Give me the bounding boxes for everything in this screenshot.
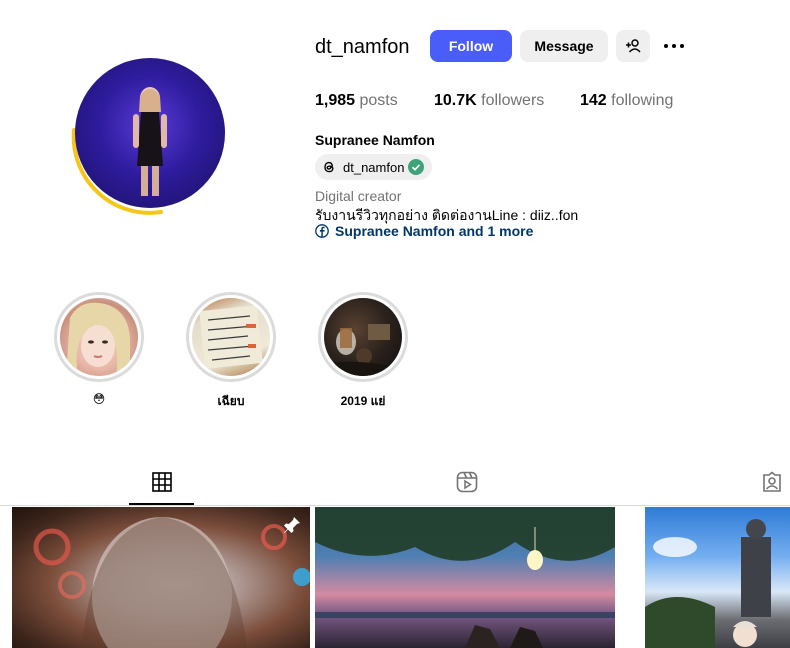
highlight-ring [318,292,408,382]
full-name: Supranee Namfon [315,132,435,148]
verified-check-icon [408,159,425,175]
highlight-ring [54,292,144,382]
avatar-image [75,58,225,208]
follow-button[interactable]: Follow [430,30,512,62]
highlight-ring [186,292,276,382]
highlight-cover [192,298,270,376]
highlight-cover [324,298,402,376]
highlight-label: เฉียบ [217,394,245,408]
add-person-icon [626,39,641,53]
tab-tagged[interactable] [760,470,784,494]
followers-stat[interactable]: 10.7K followers [434,92,544,110]
facebook-icon [315,224,329,238]
more-options-button[interactable] [660,34,688,58]
message-button[interactable]: Message [520,30,608,62]
post-tile[interactable] [12,507,310,648]
highlight-cover [60,298,138,376]
profile-avatar[interactable] [66,54,232,220]
threads-icon [324,161,334,173]
more-icon [664,44,668,48]
suggested-users-button[interactable] [616,30,650,62]
highlight-item[interactable]: 😳 [54,292,144,406]
threads-badge[interactable]: dt_namfon [315,154,433,180]
profile-username: dt_namfon [315,36,410,58]
post-image [315,507,615,648]
facebook-link[interactable]: Supranee Namfon and 1 more [315,223,533,239]
tab-reels[interactable] [455,470,479,494]
active-tab-indicator [129,503,194,505]
tab-divider [0,505,790,506]
grid-icon [152,472,172,492]
reels-icon [456,471,478,493]
highlight-label: 2019 แย่ [340,394,386,408]
tagged-icon [763,471,781,492]
pinned-icon [284,517,300,533]
post-image [33,517,310,648]
post-tile[interactable] [315,507,615,648]
facebook-link-label: Supranee Namfon and 1 more [335,223,534,239]
post-image [645,519,771,648]
following-stat[interactable]: 142 following [580,92,673,110]
highlight-label: 😳 [92,392,106,406]
profile-category: Digital creator [315,188,402,204]
posts-stat: 1,985 posts [315,92,398,109]
highlight-item[interactable]: เฉียบ [186,292,276,411]
tab-posts[interactable] [150,470,174,494]
threads-handle: dt_namfon [343,159,405,175]
highlight-item[interactable]: 2019 แย่ [318,292,408,411]
post-tile[interactable] [645,507,790,648]
